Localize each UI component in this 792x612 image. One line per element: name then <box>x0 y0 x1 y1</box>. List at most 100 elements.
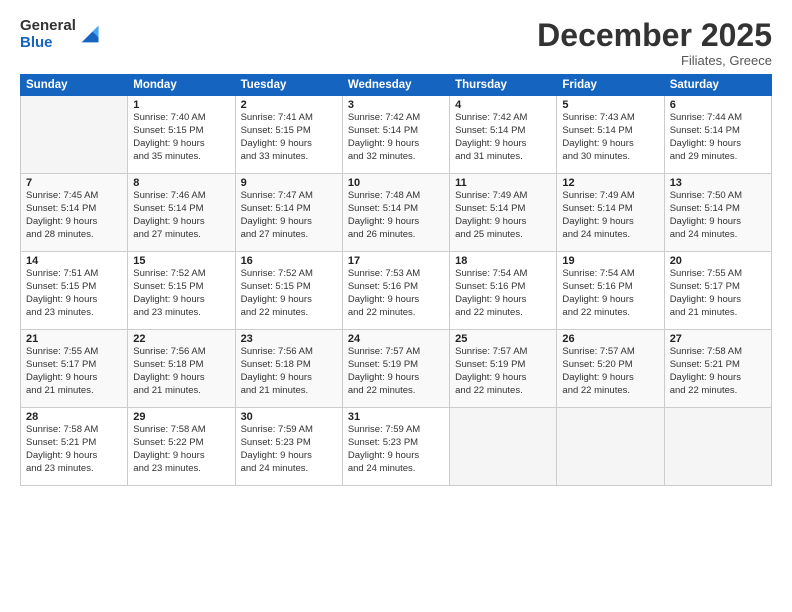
calendar-cell: 10Sunrise: 7:48 AMSunset: 5:14 PMDayligh… <box>342 174 449 252</box>
day-number: 17 <box>348 255 444 267</box>
calendar-cell: 29Sunrise: 7:58 AMSunset: 5:22 PMDayligh… <box>128 408 235 486</box>
calendar-cell: 6Sunrise: 7:44 AMSunset: 5:14 PMDaylight… <box>664 96 771 174</box>
day-detail: Sunrise: 7:49 AMSunset: 5:14 PMDaylight:… <box>455 190 551 241</box>
day-info-line: and 22 minutes. <box>455 307 551 320</box>
logo-blue: Blue <box>20 35 76 52</box>
day-detail: Sunrise: 7:42 AMSunset: 5:14 PMDaylight:… <box>348 112 444 163</box>
day-info-line: Daylight: 9 hours <box>348 216 444 229</box>
title-block: December 2025 Filiates, Greece <box>537 18 772 68</box>
calendar-cell: 9Sunrise: 7:47 AMSunset: 5:14 PMDaylight… <box>235 174 342 252</box>
day-info-line: Daylight: 9 hours <box>133 294 229 307</box>
day-info-line: Sunset: 5:16 PM <box>455 281 551 294</box>
day-info-line: and 21 minutes. <box>26 385 122 398</box>
day-info-line: and 22 minutes. <box>348 307 444 320</box>
calendar-cell: 8Sunrise: 7:46 AMSunset: 5:14 PMDaylight… <box>128 174 235 252</box>
day-info-line: Sunset: 5:23 PM <box>348 437 444 450</box>
day-number: 18 <box>455 255 551 267</box>
day-number: 1 <box>133 99 229 111</box>
day-info-line: and 31 minutes. <box>455 151 551 164</box>
day-info-line: Sunrise: 7:49 AM <box>562 190 658 203</box>
logo-icon <box>78 24 100 46</box>
day-detail: Sunrise: 7:43 AMSunset: 5:14 PMDaylight:… <box>562 112 658 163</box>
calendar-cell: 4Sunrise: 7:42 AMSunset: 5:14 PMDaylight… <box>450 96 557 174</box>
day-info-line: Sunset: 5:21 PM <box>670 359 766 372</box>
calendar-cell <box>557 408 664 486</box>
day-info-line: Sunrise: 7:57 AM <box>562 346 658 359</box>
day-detail: Sunrise: 7:57 AMSunset: 5:19 PMDaylight:… <box>455 346 551 397</box>
day-number: 27 <box>670 333 766 345</box>
day-info-line: Sunset: 5:14 PM <box>562 125 658 138</box>
day-info-line: Daylight: 9 hours <box>26 294 122 307</box>
day-info-line: Sunset: 5:15 PM <box>241 125 337 138</box>
calendar-week-1: 1Sunrise: 7:40 AMSunset: 5:15 PMDaylight… <box>21 96 772 174</box>
day-info-line: and 22 minutes. <box>562 385 658 398</box>
day-info-line: Daylight: 9 hours <box>348 450 444 463</box>
day-info-line: Sunrise: 7:41 AM <box>241 112 337 125</box>
calendar-cell: 19Sunrise: 7:54 AMSunset: 5:16 PMDayligh… <box>557 252 664 330</box>
day-detail: Sunrise: 7:58 AMSunset: 5:21 PMDaylight:… <box>670 346 766 397</box>
day-number: 30 <box>241 411 337 423</box>
day-number: 7 <box>26 177 122 189</box>
day-detail: Sunrise: 7:45 AMSunset: 5:14 PMDaylight:… <box>26 190 122 241</box>
day-number: 2 <box>241 99 337 111</box>
day-number: 20 <box>670 255 766 267</box>
day-detail: Sunrise: 7:59 AMSunset: 5:23 PMDaylight:… <box>348 424 444 475</box>
calendar-cell: 1Sunrise: 7:40 AMSunset: 5:15 PMDaylight… <box>128 96 235 174</box>
day-info-line: Daylight: 9 hours <box>26 450 122 463</box>
day-info-line: and 27 minutes. <box>241 229 337 242</box>
logo: General Blue <box>20 18 100 51</box>
calendar-cell: 7Sunrise: 7:45 AMSunset: 5:14 PMDaylight… <box>21 174 128 252</box>
day-info-line: and 23 minutes. <box>26 463 122 476</box>
calendar-cell: 12Sunrise: 7:49 AMSunset: 5:14 PMDayligh… <box>557 174 664 252</box>
calendar-cell: 5Sunrise: 7:43 AMSunset: 5:14 PMDaylight… <box>557 96 664 174</box>
day-info-line: and 28 minutes. <box>26 229 122 242</box>
day-detail: Sunrise: 7:58 AMSunset: 5:22 PMDaylight:… <box>133 424 229 475</box>
calendar-week-5: 28Sunrise: 7:58 AMSunset: 5:21 PMDayligh… <box>21 408 772 486</box>
day-info-line: Sunrise: 7:48 AM <box>348 190 444 203</box>
day-info-line: Sunrise: 7:42 AM <box>348 112 444 125</box>
day-info-line: Daylight: 9 hours <box>26 216 122 229</box>
day-info-line: Sunrise: 7:54 AM <box>562 268 658 281</box>
day-number: 15 <box>133 255 229 267</box>
day-info-line: Daylight: 9 hours <box>455 216 551 229</box>
weekday-header-row: Sunday Monday Tuesday Wednesday Thursday… <box>21 75 772 96</box>
day-info-line: and 23 minutes. <box>26 307 122 320</box>
day-info-line: Daylight: 9 hours <box>348 294 444 307</box>
day-info-line: Sunset: 5:14 PM <box>670 125 766 138</box>
day-info-line: Sunset: 5:14 PM <box>348 125 444 138</box>
logo-general: General <box>20 18 76 35</box>
day-info-line: Sunset: 5:19 PM <box>455 359 551 372</box>
calendar-cell: 22Sunrise: 7:56 AMSunset: 5:18 PMDayligh… <box>128 330 235 408</box>
day-info-line: Sunrise: 7:58 AM <box>670 346 766 359</box>
day-info-line: Daylight: 9 hours <box>241 216 337 229</box>
calendar-cell: 16Sunrise: 7:52 AMSunset: 5:15 PMDayligh… <box>235 252 342 330</box>
day-info-line: Sunrise: 7:40 AM <box>133 112 229 125</box>
day-detail: Sunrise: 7:49 AMSunset: 5:14 PMDaylight:… <box>562 190 658 241</box>
day-detail: Sunrise: 7:57 AMSunset: 5:20 PMDaylight:… <box>562 346 658 397</box>
calendar-cell: 31Sunrise: 7:59 AMSunset: 5:23 PMDayligh… <box>342 408 449 486</box>
calendar-page: General Blue December 2025 Filiates, Gre… <box>0 0 792 612</box>
day-number: 4 <box>455 99 551 111</box>
day-info-line: and 22 minutes. <box>241 307 337 320</box>
day-info-line: Sunrise: 7:59 AM <box>348 424 444 437</box>
day-info-line: Sunset: 5:14 PM <box>455 125 551 138</box>
day-detail: Sunrise: 7:40 AMSunset: 5:15 PMDaylight:… <box>133 112 229 163</box>
calendar-cell: 20Sunrise: 7:55 AMSunset: 5:17 PMDayligh… <box>664 252 771 330</box>
day-info-line: and 27 minutes. <box>133 229 229 242</box>
day-info-line: Daylight: 9 hours <box>133 138 229 151</box>
day-info-line: Daylight: 9 hours <box>670 216 766 229</box>
day-detail: Sunrise: 7:53 AMSunset: 5:16 PMDaylight:… <box>348 268 444 319</box>
day-info-line: Sunrise: 7:49 AM <box>455 190 551 203</box>
day-info-line: Sunrise: 7:56 AM <box>241 346 337 359</box>
day-info-line: Daylight: 9 hours <box>670 138 766 151</box>
day-info-line: Sunset: 5:16 PM <box>562 281 658 294</box>
day-info-line: Daylight: 9 hours <box>455 294 551 307</box>
day-detail: Sunrise: 7:57 AMSunset: 5:19 PMDaylight:… <box>348 346 444 397</box>
calendar-cell: 3Sunrise: 7:42 AMSunset: 5:14 PMDaylight… <box>342 96 449 174</box>
day-info-line: Sunset: 5:14 PM <box>348 203 444 216</box>
day-detail: Sunrise: 7:56 AMSunset: 5:18 PMDaylight:… <box>241 346 337 397</box>
day-info-line: Daylight: 9 hours <box>455 372 551 385</box>
day-info-line: and 22 minutes. <box>455 385 551 398</box>
calendar-cell: 26Sunrise: 7:57 AMSunset: 5:20 PMDayligh… <box>557 330 664 408</box>
day-info-line: Sunrise: 7:56 AM <box>133 346 229 359</box>
